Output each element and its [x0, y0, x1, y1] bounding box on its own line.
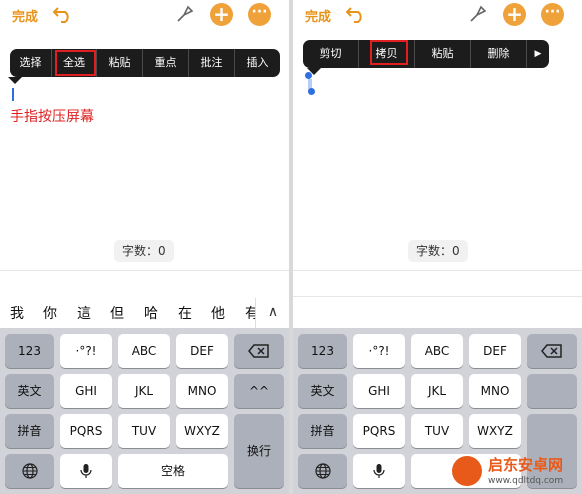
selection-handle-top[interactable] — [305, 72, 312, 79]
key-123[interactable]: 123 — [5, 334, 54, 368]
text-cursor — [12, 88, 14, 101]
candidate-word[interactable]: 但 — [110, 303, 124, 323]
top-toolbar: 完成 + ··· — [0, 0, 289, 30]
key-english[interactable]: 英文 — [5, 374, 54, 408]
microphone-icon — [373, 464, 385, 478]
right-panel: 完成 + ··· 剪切 拷贝 粘贴 删除 ▶ 字数：0 123 ·°?! ABC… — [293, 0, 582, 494]
key-123[interactable]: 123 — [298, 334, 347, 368]
key-ghi[interactable]: GHI — [353, 374, 405, 408]
copy-highlight-box — [370, 40, 408, 65]
key-pqrs[interactable]: PQRS — [353, 414, 405, 448]
key-globe[interactable] — [298, 454, 347, 488]
add-icon[interactable]: + — [210, 3, 233, 26]
key-globe[interactable] — [5, 454, 54, 488]
key-delete[interactable] — [234, 334, 284, 368]
undo-icon[interactable] — [52, 5, 74, 23]
key-punctuation[interactable]: ·°?! — [353, 334, 405, 368]
globe-icon — [314, 463, 331, 479]
watermark-title: 启东安卓网 — [488, 456, 564, 474]
key-pinyin[interactable]: 拼音 — [298, 414, 347, 448]
key-english[interactable]: 英文 — [298, 374, 347, 408]
menu-item-select[interactable]: 选择 — [10, 49, 52, 77]
candidate-bar: 我 你 這 但 哈 在 他 有 — [0, 296, 289, 328]
selection-handle-bottom[interactable] — [308, 88, 315, 95]
edit-context-menu: 剪切 拷贝 粘贴 删除 ▶ — [303, 40, 549, 68]
key-jkl[interactable]: JKL — [411, 374, 463, 408]
add-icon[interactable]: + — [503, 3, 526, 26]
key-ghi[interactable]: GHI — [60, 374, 112, 408]
key-microphone[interactable] — [353, 454, 405, 488]
format-brush-icon[interactable] — [468, 4, 488, 24]
candidate-word[interactable]: 他 — [211, 303, 225, 323]
key-mno[interactable]: MNO — [176, 374, 228, 408]
done-button[interactable]: 完成 — [12, 6, 38, 25]
key-blank[interactable] — [527, 374, 577, 408]
expand-candidates-icon[interactable]: ∧ — [255, 298, 289, 328]
key-jkl[interactable]: JKL — [118, 374, 170, 408]
format-brush-icon[interactable] — [175, 4, 195, 24]
candidate-word[interactable]: 這 — [77, 303, 91, 323]
menu-more-arrow-icon[interactable]: ▶ — [527, 40, 549, 68]
key-mno[interactable]: MNO — [469, 374, 521, 408]
more-icon[interactable]: ··· — [248, 3, 271, 26]
backspace-icon — [248, 344, 269, 358]
key-punctuation[interactable]: ·°?! — [60, 334, 112, 368]
key-tuv[interactable]: TUV — [118, 414, 170, 448]
word-count-badge: 字数：0 — [408, 240, 468, 262]
key-pqrs[interactable]: PQRS — [60, 414, 112, 448]
keyboard: 123 ·°?! ABC DEF 英文 GHI JKL MNO ^^ 拼音 PQ… — [0, 328, 289, 494]
key-abc[interactable]: ABC — [118, 334, 170, 368]
globe-icon — [21, 463, 38, 479]
watermark: 启东安卓网 www.qdltdq.com — [448, 450, 582, 494]
key-wxyz[interactable]: WXYZ — [176, 414, 228, 448]
select-all-highlight-box — [55, 50, 96, 76]
microphone-icon — [80, 464, 92, 478]
watermark-url: www.qdltdq.com — [488, 476, 564, 486]
annotation-text: 手指按压屏幕 — [10, 109, 94, 125]
candidate-word[interactable]: 哈 — [144, 303, 158, 323]
menu-item-comment[interactable]: 批注 — [189, 49, 235, 77]
candidate-word[interactable]: 我 — [10, 303, 24, 323]
left-panel: 完成 + ··· 选择 全选 粘贴 重点 批注 插入 手指按压屏幕 字数：0 我… — [0, 0, 289, 494]
edit-context-menu: 选择 全选 粘贴 重点 批注 插入 — [10, 49, 280, 77]
word-count-badge: 字数：0 — [114, 240, 174, 262]
menu-item-paste[interactable]: 粘贴 — [97, 49, 143, 77]
done-button[interactable]: 完成 — [305, 6, 331, 25]
key-pinyin[interactable]: 拼音 — [5, 414, 54, 448]
key-abc[interactable]: ABC — [411, 334, 463, 368]
undo-icon[interactable] — [345, 5, 367, 23]
key-emoticon[interactable]: ^^ — [234, 374, 284, 408]
key-def[interactable]: DEF — [469, 334, 521, 368]
menu-pointer — [8, 77, 22, 84]
key-tuv[interactable]: TUV — [411, 414, 463, 448]
menu-item-cut[interactable]: 剪切 — [303, 40, 359, 68]
divider — [0, 270, 289, 271]
key-microphone[interactable] — [60, 454, 112, 488]
more-icon[interactable]: ··· — [541, 3, 564, 26]
divider — [293, 270, 582, 271]
menu-item-insert[interactable]: 插入 — [235, 49, 280, 77]
top-toolbar: 完成 + ··· — [293, 0, 582, 30]
menu-item-delete[interactable]: 删除 — [471, 40, 527, 68]
menu-item-paste[interactable]: 粘贴 — [415, 40, 471, 68]
key-delete[interactable] — [527, 334, 577, 368]
watermark-logo-icon — [452, 456, 482, 486]
divider — [293, 296, 582, 297]
key-enter[interactable]: 换行 — [234, 414, 284, 488]
candidate-word[interactable]: 在 — [178, 303, 192, 323]
menu-item-highlight[interactable]: 重点 — [143, 49, 189, 77]
key-space[interactable]: 空格 — [118, 454, 228, 488]
key-wxyz[interactable]: WXYZ — [469, 414, 521, 448]
key-def[interactable]: DEF — [176, 334, 228, 368]
candidate-word[interactable]: 你 — [43, 303, 57, 323]
backspace-icon — [541, 344, 562, 358]
